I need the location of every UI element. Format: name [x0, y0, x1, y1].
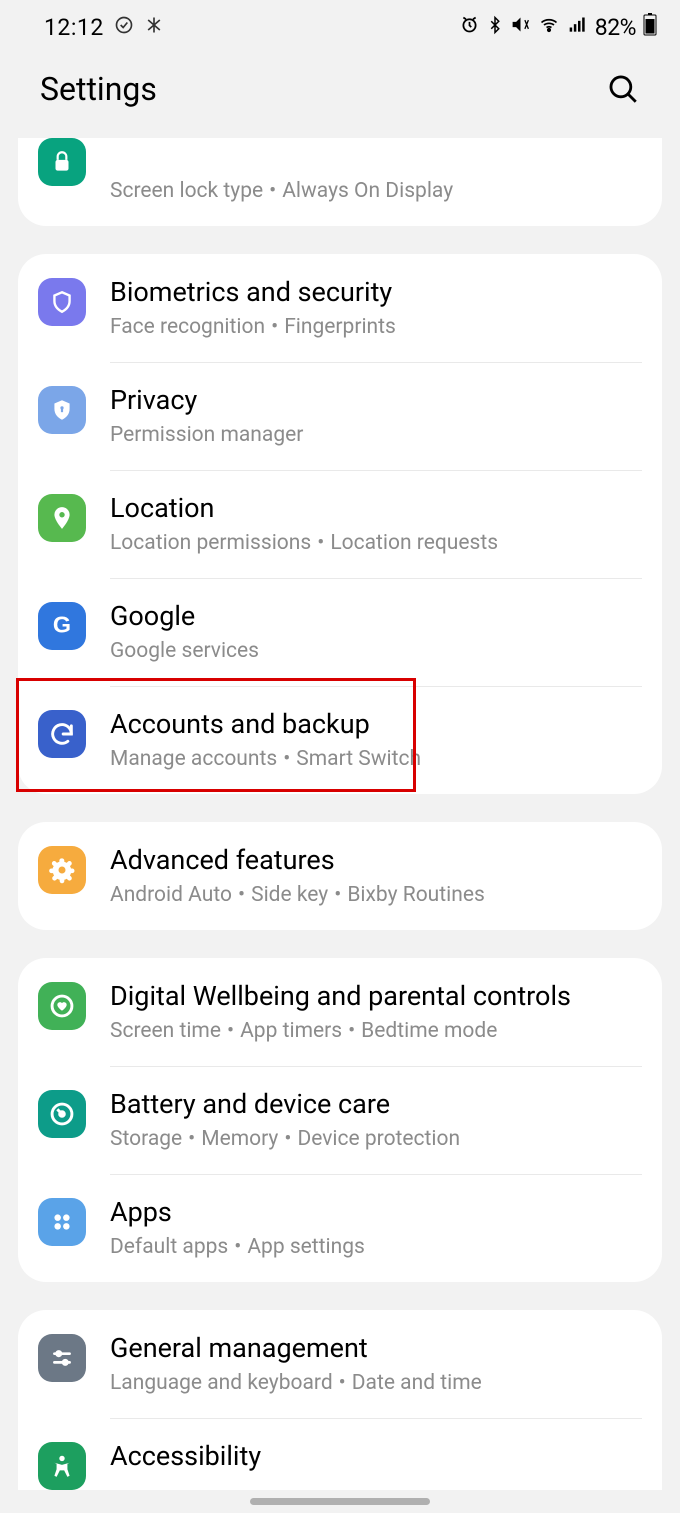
lock-icon: [38, 138, 86, 186]
settings-item-sub: Google services: [110, 638, 642, 664]
settings-group: General management Language and keyboard…: [18, 1310, 662, 1490]
alarm-icon: [459, 14, 480, 41]
check-circle-icon: [114, 14, 134, 41]
settings-item-title: Apps: [110, 1196, 642, 1230]
settings-item-sub: Screen time•App timers•Bedtime mode: [110, 1018, 642, 1044]
settings-header: Settings: [0, 50, 680, 138]
status-time: 12:12: [44, 14, 104, 41]
settings-item-google[interactable]: G Google Google services: [18, 578, 662, 686]
home-indicator[interactable]: [250, 1498, 430, 1505]
sliders-icon: [38, 1334, 86, 1382]
status-left: 12:12: [44, 14, 164, 41]
settings-item-digital-wellbeing[interactable]: Digital Wellbeing and parental controls …: [18, 958, 662, 1066]
settings-item-sub: Android Auto•Side key•Bixby Routines: [110, 882, 642, 908]
settings-item-sub: Language and keyboard•Date and time: [110, 1370, 642, 1396]
settings-item-sub: Permission manager: [110, 422, 642, 448]
gear-flower-icon: [38, 846, 86, 894]
heart-circle-icon: [38, 982, 86, 1030]
shield-lock-icon: [38, 386, 86, 434]
settings-item-sub: Location permissions•Location requests: [110, 530, 642, 556]
search-icon: [606, 72, 640, 106]
google-g-icon: G: [38, 602, 86, 650]
settings-item-location[interactable]: Location Location permissions•Location r…: [18, 470, 662, 578]
status-right: 82%: [459, 12, 658, 42]
svg-text:G: G: [53, 612, 71, 637]
search-button[interactable]: [606, 72, 640, 106]
accessibility-icon: [38, 1442, 86, 1490]
meter-icon: [38, 1090, 86, 1138]
shield-icon: [38, 278, 86, 326]
settings-item-general-management[interactable]: General management Language and keyboard…: [18, 1310, 662, 1418]
signal-icon: [567, 14, 589, 41]
settings-item-biometrics[interactable]: Biometrics and security Face recognition…: [18, 254, 662, 362]
pin-icon: [38, 494, 86, 542]
settings-group: Digital Wellbeing and parental controls …: [18, 958, 662, 1282]
settings-item-title: Accessibility: [110, 1440, 642, 1474]
settings-group: Biometrics and security Face recognition…: [18, 254, 662, 794]
sync-icon: [38, 710, 86, 758]
settings-group: Advanced features Android Auto•Side key•…: [18, 822, 662, 930]
settings-item-title: Battery and device care: [110, 1088, 642, 1122]
settings-item-lockscreen[interactable]: Screen lock type•Always On Display: [18, 138, 662, 226]
page-title: Settings: [40, 70, 157, 108]
settings-item-title: Google: [110, 600, 642, 634]
battery-icon: [642, 12, 658, 42]
settings-item-sub: Manage accounts•Smart Switch: [110, 746, 642, 772]
bluetooth-icon: [486, 14, 504, 41]
settings-item-sub: Default apps•App settings: [110, 1234, 642, 1260]
wifi-icon: [537, 14, 561, 41]
status-bar: 12:12 82%: [0, 0, 680, 50]
settings-item-sub: Face recognition•Fingerprints: [110, 314, 642, 340]
snowflake-icon: [144, 14, 164, 41]
mute-icon: [510, 14, 531, 41]
settings-item-title: Privacy: [110, 384, 642, 418]
settings-item-title: Advanced features: [110, 844, 642, 878]
settings-item-title: General management: [110, 1332, 642, 1366]
settings-item-title: Biometrics and security: [110, 276, 642, 310]
settings-item-title: Location: [110, 492, 642, 526]
settings-item-privacy[interactable]: Privacy Permission manager: [18, 362, 662, 470]
settings-group: Screen lock type•Always On Display: [18, 138, 662, 226]
settings-item-battery-care[interactable]: Battery and device care Storage•Memory•D…: [18, 1066, 662, 1174]
settings-item-sub: Storage•Memory•Device protection: [110, 1126, 642, 1152]
settings-item-accessibility[interactable]: Accessibility: [18, 1418, 662, 1490]
apps-grid-icon: [38, 1198, 86, 1246]
settings-item-advanced-features[interactable]: Advanced features Android Auto•Side key•…: [18, 822, 662, 930]
battery-percent: 82%: [595, 14, 636, 41]
settings-item-apps[interactable]: Apps Default apps•App settings: [18, 1174, 662, 1282]
settings-item-accounts-backup[interactable]: Accounts and backup Manage accounts•Smar…: [18, 686, 662, 794]
settings-item-title: Digital Wellbeing and parental controls: [110, 980, 642, 1014]
settings-item-title: Accounts and backup: [110, 708, 642, 742]
settings-item-sub: Screen lock type•Always On Display: [110, 178, 642, 204]
